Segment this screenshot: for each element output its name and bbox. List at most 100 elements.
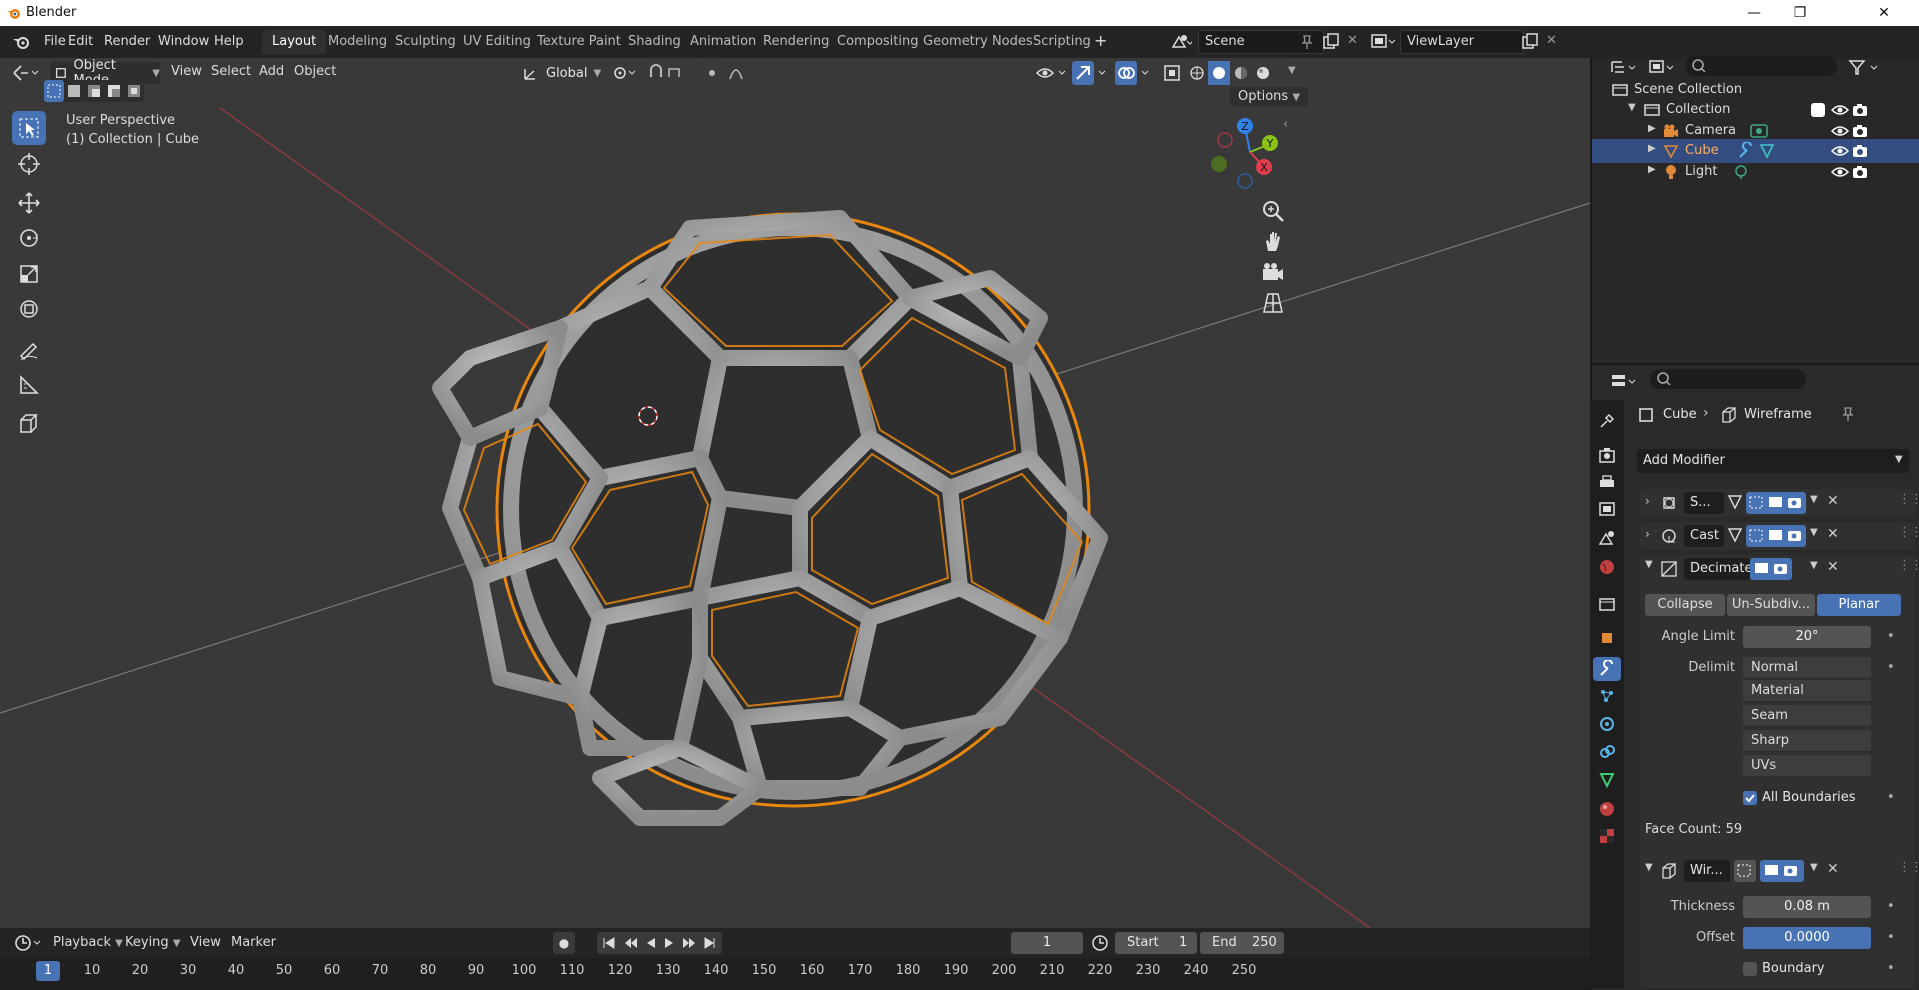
render-camera-icon[interactable] xyxy=(1851,123,1869,139)
tab-texture-paint[interactable]: Texture Paint xyxy=(527,30,631,54)
selection-mode-buttons[interactable] xyxy=(44,80,144,102)
modifier-name-field[interactable]: Decimate xyxy=(1684,558,1753,580)
chevron-down-icon[interactable]: ▼ xyxy=(1810,862,1818,873)
tab-particles[interactable] xyxy=(1597,686,1617,706)
remove-modifier-icon[interactable]: ✕ xyxy=(1827,526,1839,542)
measure-tool[interactable] xyxy=(12,368,46,402)
collapse-arrow-icon[interactable]: ▼ xyxy=(1645,559,1653,570)
editor-type-icon[interactable] xyxy=(12,64,40,82)
render-camera-icon[interactable] xyxy=(1851,164,1869,180)
thickness-field[interactable]: 0.08 m xyxy=(1743,896,1871,918)
offset-field[interactable]: 0.0000 xyxy=(1743,927,1871,949)
modifier-display-toggles[interactable] xyxy=(1726,492,1806,514)
expand-arrow-icon[interactable]: ▼ xyxy=(1628,102,1636,113)
menu-file[interactable]: File xyxy=(44,34,66,49)
preview-range-clock-icon[interactable] xyxy=(1090,933,1110,953)
outliner-row-light[interactable]: ▶ Light xyxy=(1592,160,1919,184)
tab-constraints[interactable] xyxy=(1597,742,1617,762)
drag-handle-icon[interactable]: ⋮⋮ xyxy=(1898,525,1919,540)
tab-view-layer[interactable] xyxy=(1597,499,1617,519)
move-tool[interactable] xyxy=(12,186,46,220)
tab-layout[interactable]: Layout xyxy=(262,30,327,54)
gizmo-toggle-icon[interactable] xyxy=(1072,61,1112,85)
playback-controls[interactable] xyxy=(597,932,722,954)
maximize-button[interactable]: ❐ xyxy=(1777,0,1823,26)
eye-icon[interactable] xyxy=(1831,102,1849,118)
all-boundaries-checkbox[interactable] xyxy=(1743,791,1757,805)
delimit-sharp[interactable]: Sharp xyxy=(1743,730,1871,752)
modifier-name-field[interactable]: S... xyxy=(1684,492,1724,514)
tab-scene[interactable] xyxy=(1597,528,1617,548)
view-layer-field[interactable]: ViewLayer xyxy=(1400,30,1524,54)
tab-object[interactable] xyxy=(1597,628,1617,648)
chevron-down-icon[interactable]: ▼ xyxy=(1810,560,1818,571)
keyframe-dot-icon[interactable]: • xyxy=(1887,660,1895,675)
drag-handle-icon[interactable]: ⋮⋮ xyxy=(1898,558,1919,573)
pivot-point-icon[interactable] xyxy=(612,65,638,81)
modifier-name-field[interactable]: Cast xyxy=(1684,525,1724,547)
cursor-tool[interactable] xyxy=(12,147,46,181)
keyframe-dot-icon[interactable]: • xyxy=(1887,930,1895,945)
transform-tool[interactable] xyxy=(12,292,46,326)
options-dropdown[interactable]: Options ▼ xyxy=(1230,87,1309,106)
eye-icon[interactable] xyxy=(1831,143,1849,159)
shading-mode-buttons[interactable] xyxy=(1186,61,1284,85)
add-modifier-dropdown[interactable]: Add Modifier ▼ xyxy=(1637,449,1909,473)
end-frame-field[interactable]: End 250 xyxy=(1200,932,1284,954)
remove-modifier-icon[interactable]: ✕ xyxy=(1827,493,1839,509)
record-button[interactable]: ● xyxy=(553,932,575,954)
menu-render[interactable]: Render xyxy=(104,34,150,49)
expand-arrow-icon[interactable]: ▶ xyxy=(1648,164,1656,175)
xray-toggle-icon[interactable] xyxy=(1162,62,1182,84)
modifier-wrench-icon[interactable] xyxy=(1737,142,1755,160)
light-data-icon[interactable] xyxy=(1732,163,1750,181)
scene-icon[interactable] xyxy=(1170,33,1192,51)
zoom-icon[interactable] xyxy=(1260,198,1286,224)
remove-modifier-icon[interactable]: ✕ xyxy=(1827,559,1839,575)
eye-icon[interactable] xyxy=(1831,123,1849,139)
modifier-cast[interactable]: › Cast ▼ ✕ ⋮⋮ xyxy=(1640,522,1919,550)
properties-search-input[interactable] xyxy=(1650,369,1806,389)
properties-editor-type-icon[interactable] xyxy=(1610,372,1640,392)
expand-arrow-icon[interactable]: › xyxy=(1645,494,1650,508)
tab-world[interactable] xyxy=(1597,557,1617,577)
modifier-name-field[interactable]: Wir... xyxy=(1684,860,1730,882)
display-mode-icon[interactable] xyxy=(1648,58,1678,78)
keyframe-dot-icon[interactable]: • xyxy=(1887,790,1895,805)
sidebar-toggle-chevron-icon[interactable]: ‹ xyxy=(1283,117,1288,132)
boundary-checkbox[interactable] xyxy=(1743,962,1757,976)
menu-keying[interactable]: Keying ▼ xyxy=(125,935,181,950)
delimit-uvs[interactable]: UVs xyxy=(1743,755,1871,777)
menu-view[interactable]: View xyxy=(171,64,202,79)
tab-physics[interactable] xyxy=(1597,714,1617,734)
delimit-material[interactable]: Material xyxy=(1743,680,1871,702)
menu-edit[interactable]: Edit xyxy=(68,34,93,49)
delimit-seam[interactable]: Seam xyxy=(1743,705,1871,727)
expand-arrow-icon[interactable]: ▶ xyxy=(1648,123,1656,134)
remove-modifier-icon[interactable]: ✕ xyxy=(1827,861,1839,877)
keyframe-dot-icon[interactable]: • xyxy=(1887,961,1895,976)
collapse-arrow-icon[interactable]: ▼ xyxy=(1645,862,1653,873)
drag-handle-icon[interactable]: ⋮⋮ xyxy=(1898,492,1919,507)
visibility-selectability-icon[interactable] xyxy=(1035,63,1069,83)
snap-icon[interactable] xyxy=(645,63,695,83)
tab-output[interactable] xyxy=(1597,472,1617,492)
start-frame-field[interactable]: Start 1 xyxy=(1115,932,1197,954)
menu-playback[interactable]: Playback ▼ xyxy=(53,935,123,950)
keyframe-dot-icon[interactable]: • xyxy=(1887,899,1895,914)
pin-icon[interactable] xyxy=(1299,34,1315,50)
view-layer-icon[interactable] xyxy=(1370,33,1396,51)
shading-options-chevron-icon[interactable]: ▼ xyxy=(1288,65,1296,76)
menu-timeline-view[interactable]: View xyxy=(190,935,221,950)
menu-help[interactable]: Help xyxy=(214,34,244,49)
new-scene-icon[interactable] xyxy=(1322,32,1340,50)
modifier-display-toggles[interactable] xyxy=(1750,558,1792,580)
3d-viewport[interactable] xyxy=(0,58,1590,928)
expand-arrow-icon[interactable]: › xyxy=(1645,527,1650,541)
proportional-edit-icon[interactable] xyxy=(702,63,750,83)
tab-texture[interactable] xyxy=(1597,826,1617,846)
eye-icon[interactable] xyxy=(1831,164,1849,180)
tab-render[interactable] xyxy=(1597,445,1617,465)
close-window-button[interactable]: ✕ xyxy=(1861,0,1907,26)
delete-scene-icon[interactable]: ✕ xyxy=(1347,33,1358,48)
